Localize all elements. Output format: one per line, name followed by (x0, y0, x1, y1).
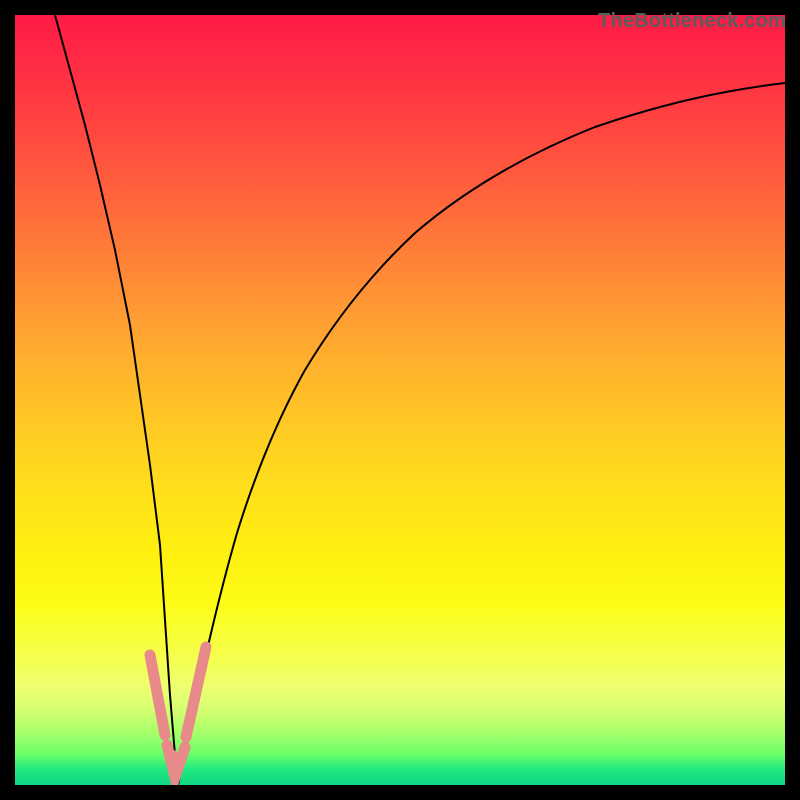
chart-frame: TheBottleneck.com (0, 0, 800, 800)
bottleneck-curve (15, 15, 785, 785)
marker-cluster (150, 647, 206, 777)
plot-area (15, 15, 785, 785)
marker-right-line (186, 647, 206, 737)
marker-dot (168, 750, 178, 760)
curve-left-branch (55, 15, 178, 785)
marker-left-line (150, 655, 165, 735)
watermark-text: TheBottleneck.com (598, 10, 786, 33)
marker-v-line (167, 745, 185, 777)
curve-right-branch (178, 83, 785, 785)
